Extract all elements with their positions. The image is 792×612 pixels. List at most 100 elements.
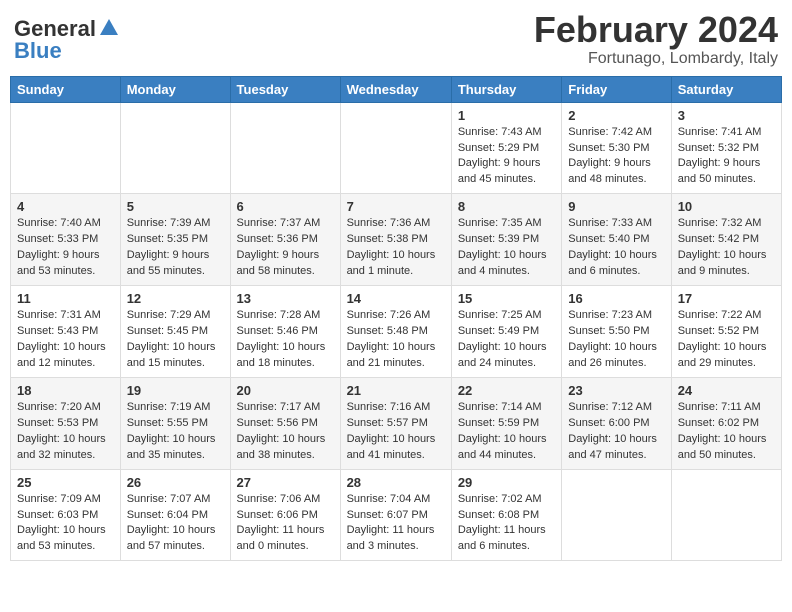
weekday-header: Wednesday — [340, 76, 451, 102]
weekday-header: Monday — [120, 76, 230, 102]
day-number: 24 — [678, 383, 775, 398]
calendar-cell: 22Sunrise: 7:14 AMSunset: 5:59 PMDayligh… — [451, 377, 561, 469]
day-info: Sunrise: 7:19 AMSunset: 5:55 PMDaylight:… — [127, 400, 224, 464]
calendar-cell: 27 Sunrise: 7:06 AMSunset: 6:06 PMDayligh… — [230, 469, 340, 561]
title-area: February 2024 Fortunago, Lombardy, Italy — [534, 10, 778, 68]
calendar-cell: 24 Sunrise: 7:11 AMSunset: 6:02 PMDayligh… — [671, 377, 781, 469]
weekday-header: Saturday — [671, 76, 781, 102]
day-number: 8 — [458, 199, 555, 214]
calendar-cell: 20Sunrise: 7:17 AMSunset: 5:56 PMDayligh… — [230, 377, 340, 469]
day-info: Sunrise: 7:35 AMSunset: 5:39 PMDaylight:… — [458, 216, 555, 280]
calendar-cell: 8 Sunrise: 7:35 AMSunset: 5:39 PMDaylight… — [451, 194, 561, 286]
month-title: February 2024 — [534, 10, 778, 50]
calendar-cell — [230, 102, 340, 194]
calendar-week-row: 25 Sunrise: 7:09 AMSunset: 6:03 PMDayligh… — [11, 469, 782, 561]
calendar-week-row: 1 Sunrise: 7:43 AMSunset: 5:29 PMDaylight… — [11, 102, 782, 194]
calendar-week-row: 11 Sunrise: 7:31 AMSunset: 5:43 PMDayligh… — [11, 286, 782, 378]
day-number: 9 — [568, 199, 664, 214]
calendar-table: SundayMondayTuesdayWednesdayThursdayFrid… — [10, 76, 782, 562]
weekday-header: Friday — [562, 76, 671, 102]
day-number: 17 — [678, 291, 775, 306]
day-number: 19 — [127, 383, 224, 398]
day-info: Sunrise: 7:22 AMSunset: 5:52 PMDaylight:… — [678, 308, 775, 372]
calendar-cell: 29Sunrise: 7:02 AMSunset: 6:08 PMDayligh… — [451, 469, 561, 561]
day-info: Sunrise: 7:31 AMSunset: 5:43 PMDaylight:… — [17, 308, 114, 372]
day-info: Sunrise: 7:06 AMSunset: 6:06 PMDaylight:… — [237, 492, 334, 556]
calendar-cell: 3Sunrise: 7:41 AMSunset: 5:32 PMDaylight… — [671, 102, 781, 194]
day-number: 2 — [568, 108, 664, 123]
day-info: Sunrise: 7:43 AMSunset: 5:29 PMDaylight:… — [458, 125, 555, 189]
calendar-cell: 12 Sunrise: 7:29 AMSunset: 5:45 PMDayligh… — [120, 286, 230, 378]
day-number: 5 — [127, 199, 224, 214]
logo: General Blue — [14, 16, 120, 64]
calendar-cell: 19 Sunrise: 7:19 AMSunset: 5:55 PMDayligh… — [120, 377, 230, 469]
day-info: Sunrise: 7:12 AMSunset: 6:00 PMDaylight:… — [568, 400, 664, 464]
day-info: Sunrise: 7:23 AMSunset: 5:50 PMDaylight:… — [568, 308, 664, 372]
day-info: Sunrise: 7:40 AMSunset: 5:33 PMDaylight:… — [17, 216, 114, 280]
day-info: Sunrise: 7:42 AMSunset: 5:30 PMDaylight:… — [568, 125, 664, 189]
calendar-cell: 11 Sunrise: 7:31 AMSunset: 5:43 PMDayligh… — [11, 286, 121, 378]
calendar-cell: 21 Sunrise: 7:16 AMSunset: 5:57 PMDayligh… — [340, 377, 451, 469]
day-info: Sunrise: 7:16 AMSunset: 5:57 PMDaylight:… — [347, 400, 445, 464]
weekday-header-row: SundayMondayTuesdayWednesdayThursdayFrid… — [11, 76, 782, 102]
calendar-cell: 28 Sunrise: 7:04 AMSunset: 6:07 PMDayligh… — [340, 469, 451, 561]
calendar-week-row: 4 Sunrise: 7:40 AMSunset: 5:33 PMDaylight… — [11, 194, 782, 286]
weekday-header: Thursday — [451, 76, 561, 102]
day-number: 11 — [17, 291, 114, 306]
calendar-cell: 2 Sunrise: 7:42 AMSunset: 5:30 PMDaylight… — [562, 102, 671, 194]
calendar-cell: 25 Sunrise: 7:09 AMSunset: 6:03 PMDayligh… — [11, 469, 121, 561]
day-number: 14 — [347, 291, 445, 306]
day-number: 10 — [678, 199, 775, 214]
weekday-header: Tuesday — [230, 76, 340, 102]
day-info: Sunrise: 7:37 AMSunset: 5:36 PMDaylight:… — [237, 216, 334, 280]
calendar-cell: 1 Sunrise: 7:43 AMSunset: 5:29 PMDaylight… — [451, 102, 561, 194]
day-number: 12 — [127, 291, 224, 306]
day-info: Sunrise: 7:14 AMSunset: 5:59 PMDaylight:… — [458, 400, 555, 464]
day-info: Sunrise: 7:36 AMSunset: 5:38 PMDaylight:… — [347, 216, 445, 280]
calendar-cell: 7 Sunrise: 7:36 AMSunset: 5:38 PMDaylight… — [340, 194, 451, 286]
day-info: Sunrise: 7:32 AMSunset: 5:42 PMDaylight:… — [678, 216, 775, 280]
calendar-cell: 6Sunrise: 7:37 AMSunset: 5:36 PMDaylight… — [230, 194, 340, 286]
day-number: 28 — [347, 475, 445, 490]
page-header: General Blue February 2024 Fortunago, Lo… — [10, 10, 782, 68]
calendar-cell: 9 Sunrise: 7:33 AMSunset: 5:40 PMDaylight… — [562, 194, 671, 286]
calendar-cell — [120, 102, 230, 194]
day-info: Sunrise: 7:25 AMSunset: 5:49 PMDaylight:… — [458, 308, 555, 372]
day-info: Sunrise: 7:07 AMSunset: 6:04 PMDaylight:… — [127, 492, 224, 556]
day-number: 25 — [17, 475, 114, 490]
day-number: 27 — [237, 475, 334, 490]
day-info: Sunrise: 7:09 AMSunset: 6:03 PMDaylight:… — [17, 492, 114, 556]
weekday-header: Sunday — [11, 76, 121, 102]
calendar-cell: 10 Sunrise: 7:32 AMSunset: 5:42 PMDayligh… — [671, 194, 781, 286]
day-number: 18 — [17, 383, 114, 398]
calendar-cell — [671, 469, 781, 561]
calendar-cell: 18Sunrise: 7:20 AMSunset: 5:53 PMDayligh… — [11, 377, 121, 469]
day-number: 29 — [458, 475, 555, 490]
calendar-cell: 5 Sunrise: 7:39 AMSunset: 5:35 PMDaylight… — [120, 194, 230, 286]
day-info: Sunrise: 7:26 AMSunset: 5:48 PMDaylight:… — [347, 308, 445, 372]
day-info: Sunrise: 7:29 AMSunset: 5:45 PMDaylight:… — [127, 308, 224, 372]
calendar-cell — [562, 469, 671, 561]
day-info: Sunrise: 7:33 AMSunset: 5:40 PMDaylight:… — [568, 216, 664, 280]
logo-blue: Blue — [14, 38, 62, 64]
day-number: 1 — [458, 108, 555, 123]
day-number: 26 — [127, 475, 224, 490]
day-number: 13 — [237, 291, 334, 306]
day-number: 7 — [347, 199, 445, 214]
day-number: 4 — [17, 199, 114, 214]
calendar-cell — [340, 102, 451, 194]
calendar-cell — [11, 102, 121, 194]
day-info: Sunrise: 7:39 AMSunset: 5:35 PMDaylight:… — [127, 216, 224, 280]
calendar-cell: 4 Sunrise: 7:40 AMSunset: 5:33 PMDaylight… — [11, 194, 121, 286]
logo-icon — [98, 17, 120, 39]
calendar-week-row: 18Sunrise: 7:20 AMSunset: 5:53 PMDayligh… — [11, 377, 782, 469]
location-title: Fortunago, Lombardy, Italy — [534, 50, 778, 68]
day-number: 15 — [458, 291, 555, 306]
calendar-cell: 14 Sunrise: 7:26 AMSunset: 5:48 PMDayligh… — [340, 286, 451, 378]
day-number: 23 — [568, 383, 664, 398]
day-info: Sunrise: 7:04 AMSunset: 6:07 PMDaylight:… — [347, 492, 445, 556]
day-number: 21 — [347, 383, 445, 398]
calendar-cell: 16Sunrise: 7:23 AMSunset: 5:50 PMDayligh… — [562, 286, 671, 378]
day-info: Sunrise: 7:11 AMSunset: 6:02 PMDaylight:… — [678, 400, 775, 464]
day-info: Sunrise: 7:41 AMSunset: 5:32 PMDaylight:… — [678, 125, 775, 189]
